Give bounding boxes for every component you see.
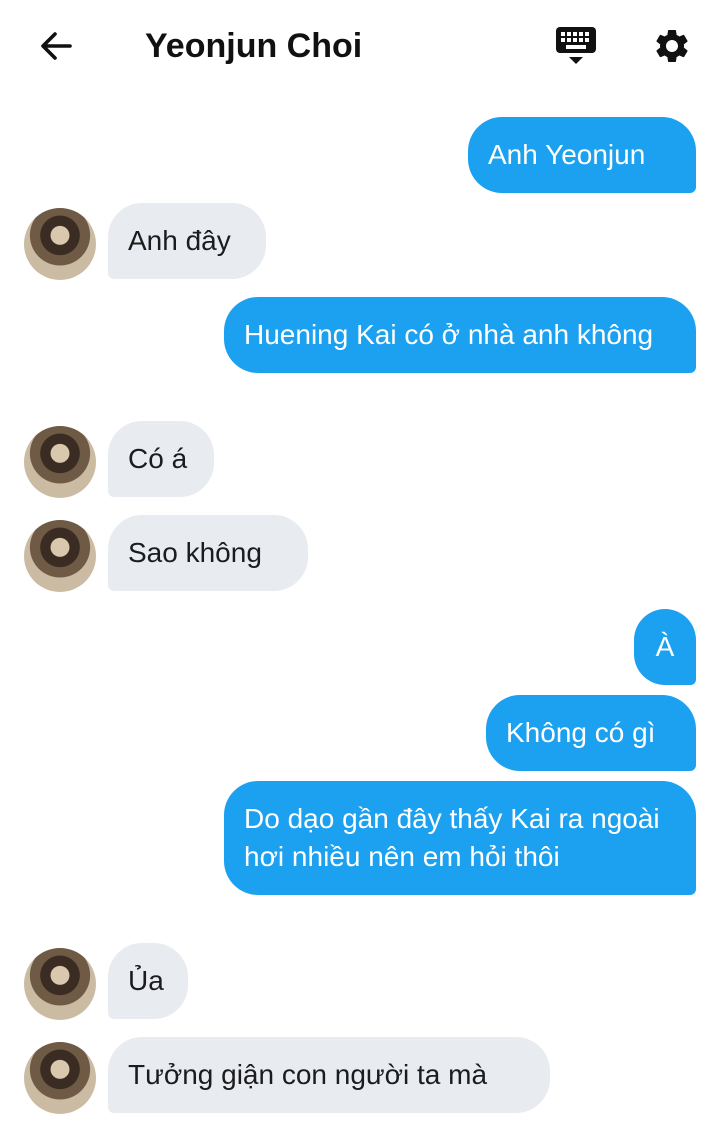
- outgoing-message[interactable]: Do dạo gần đây thấy Kai ra ngoài hơi nhi…: [224, 781, 696, 895]
- outgoing-message[interactable]: Huening Kai có ở nhà anh không: [224, 297, 696, 373]
- contact-avatar[interactable]: [24, 520, 96, 592]
- contact-name: Yeonjun Choi: [145, 27, 363, 65]
- incoming-message[interactable]: Có á: [108, 421, 214, 497]
- contact-avatar[interactable]: [24, 948, 96, 1020]
- outgoing-message[interactable]: Anh Yeonjun: [468, 117, 696, 193]
- arrow-left-icon: [41, 32, 72, 60]
- incoming-message[interactable]: Tưởng giận con người ta mà: [108, 1037, 550, 1113]
- incoming-message[interactable]: Sao không: [108, 515, 308, 591]
- incoming-message[interactable]: Ủa: [108, 943, 188, 1019]
- chat-header: Yeonjun Choi: [0, 0, 720, 90]
- keyboard-button[interactable]: [552, 22, 600, 70]
- back-button[interactable]: [34, 24, 78, 68]
- incoming-message[interactable]: Anh đây: [108, 203, 266, 279]
- outgoing-message[interactable]: Không có gì: [486, 695, 696, 771]
- gear-icon: [656, 29, 688, 62]
- settings-button[interactable]: [648, 22, 696, 70]
- contact-avatar[interactable]: [24, 1042, 96, 1114]
- outgoing-message[interactable]: À: [634, 609, 696, 685]
- contact-avatar[interactable]: [24, 208, 96, 280]
- contact-avatar[interactable]: [24, 426, 96, 498]
- keyboard-icon: [556, 27, 596, 64]
